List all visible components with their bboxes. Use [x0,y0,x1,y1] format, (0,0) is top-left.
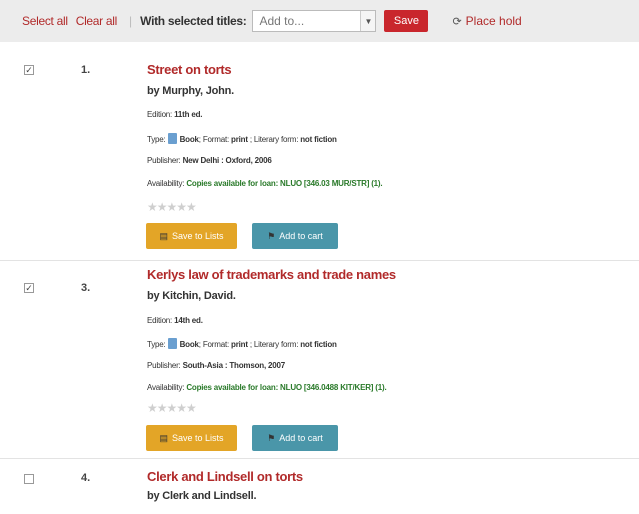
result-edition: Edition: 11th ed. [147,110,203,119]
result-number: 1. [81,64,91,76]
result-row-3: 4. Clerk and Lindsell on torts by Clerk … [0,458,639,514]
save-to-lists-label: Save to Lists [171,433,224,443]
edition-label: Edition: [147,316,173,325]
publisher-value: New Delhi : Oxford, 2006 [182,156,272,165]
result-title-link[interactable]: Clerk and Lindsell on torts [147,469,303,484]
result-type: Type: Book; Format: print ; Literary form… [147,338,337,349]
format-value: print [231,340,248,349]
selection-toolbar: Select all Clear all | With selected tit… [0,0,639,42]
toolbar-separator: | [129,14,133,28]
result-title-link[interactable]: Street on torts [147,62,232,77]
type-label: Type: [147,135,166,144]
type-value: Book [179,340,199,349]
availability-label: Availability: [147,179,185,188]
availability-label: Availability: [147,383,185,392]
add-to-select[interactable]: Add to... ▼ [252,10,377,32]
result-availability: Availability: Copies available for loan:… [147,383,387,392]
availability-value: Copies available for loan: NLUO [346.048… [186,383,387,392]
rating-stars[interactable]: ★★★★★ [147,401,197,415]
result-publisher: Publisher: South-Asia : Thomson, 2007 [147,361,285,370]
literary-form-label: ; Literary form: [249,135,299,144]
add-to-cart-button[interactable]: ⚑ Add to cart [252,425,338,451]
result-number: 3. [81,282,91,294]
literary-form-value: not fiction [300,340,337,349]
format-label: ; Format: [198,340,229,349]
availability-value: Copies available for loan: NLUO [346.03 … [186,179,383,188]
chevron-down-icon[interactable]: ▼ [360,11,376,31]
save-button[interactable]: Save [384,10,429,32]
publisher-value: South-Asia : Thomson, 2007 [182,361,286,370]
edition-value: 11th ed. [174,110,203,119]
rating-stars[interactable]: ★★★★★ [147,200,197,214]
add-to-cart-button[interactable]: ⚑ Add to cart [252,223,338,249]
result-publisher: Publisher: New Delhi : Oxford, 2006 [147,156,272,165]
result-number: 4. [81,472,91,484]
result-checkbox[interactable]: ✓ [24,283,34,293]
result-type: Type: Book; Format: print ; Literary form… [147,133,337,144]
cart-icon: ⚑ [267,432,276,443]
cart-icon: ⚑ [267,230,276,241]
format-value: print [231,135,248,144]
result-author: by Murphy, John. [147,85,235,97]
type-value: Book [179,135,199,144]
literary-form-value: not fiction [300,135,337,144]
type-label: Type: [147,340,166,349]
result-title-link[interactable]: Kerlys law of trademarks and trade names [147,267,396,282]
result-row-2: ✓ 3. Kerlys law of trademarks and trade … [0,260,639,459]
hold-icon: ⟳ [452,15,462,28]
save-to-lists-button[interactable]: ▤ Save to Lists [146,425,237,451]
book-icon [167,338,177,349]
clear-all-link[interactable]: Clear all [76,14,118,28]
list-icon: ▤ [159,230,168,241]
edition-label: Edition: [147,110,173,119]
add-to-select-value: Add to... [259,14,305,28]
place-hold-link[interactable]: ⟳ Place hold [452,14,521,28]
result-checkbox[interactable] [24,474,34,484]
add-to-cart-label: Add to cart [279,231,323,241]
with-selected-label: With selected titles: [140,14,247,28]
list-icon: ▤ [159,432,168,443]
book-icon [167,133,177,144]
publisher-label: Publisher: [147,156,181,165]
result-author: by Kitchin, David. [147,290,236,302]
add-to-cart-label: Add to cart [279,433,323,443]
result-row-1: ✓ 1. Street on torts by Murphy, John. Ed… [0,42,639,260]
result-author: by Clerk and Lindsell. [147,490,257,502]
result-availability: Availability: Copies available for loan:… [147,179,383,188]
select-all-link[interactable]: Select all [22,14,68,28]
result-edition: Edition: 14th ed. [147,316,203,325]
edition-value: 14th ed. [174,316,203,325]
format-label: ; Format: [198,135,229,144]
save-to-lists-label: Save to Lists [171,231,224,241]
place-hold-label: Place hold [465,14,522,28]
publisher-label: Publisher: [147,361,181,370]
result-checkbox[interactable]: ✓ [24,65,34,75]
save-to-lists-button[interactable]: ▤ Save to Lists [146,223,237,249]
literary-form-label: ; Literary form: [249,340,299,349]
